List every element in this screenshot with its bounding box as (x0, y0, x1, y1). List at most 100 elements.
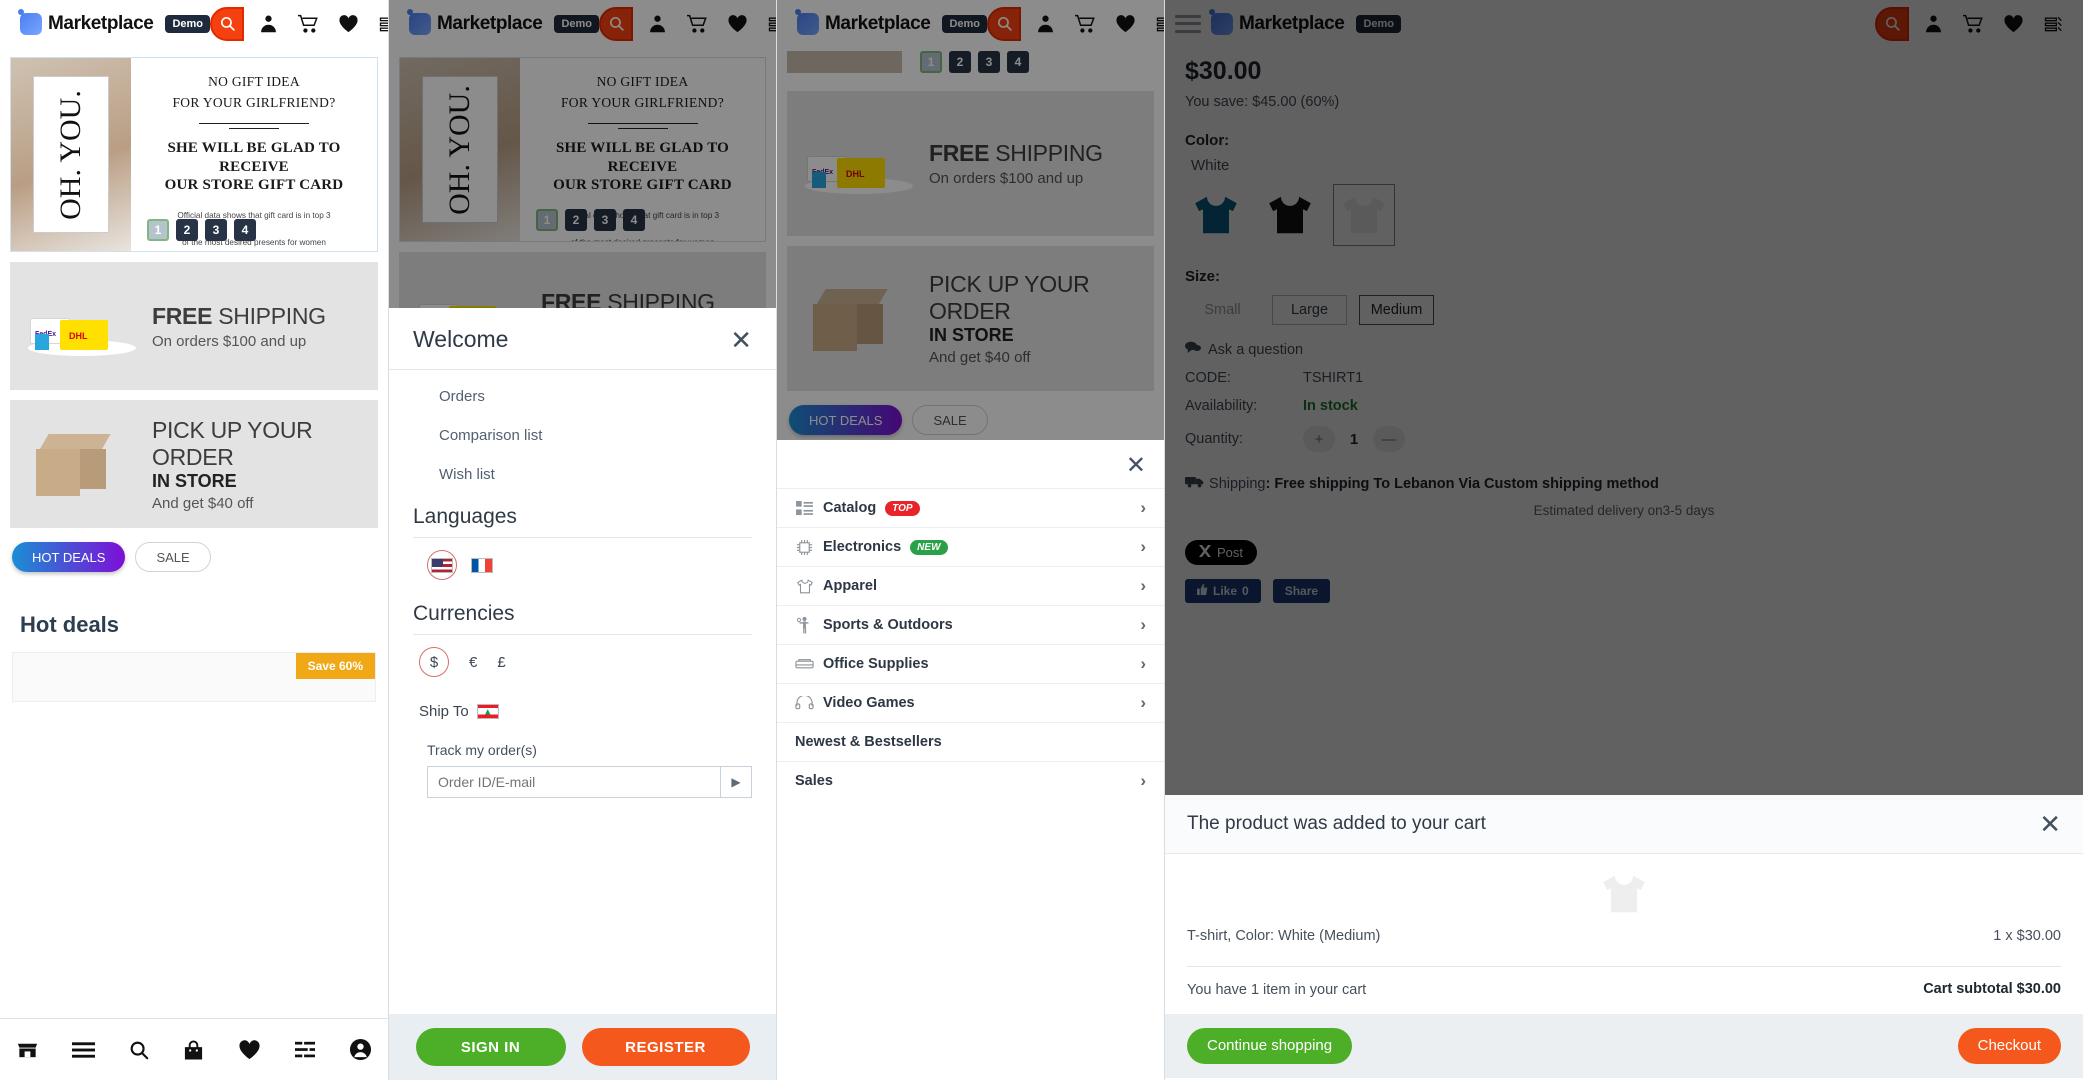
cart-item-name: T-shirt, Color: White (Medium) (1187, 928, 1381, 944)
compare-icon[interactable] (368, 4, 388, 44)
banner-dot-2[interactable]: 2 (176, 219, 198, 241)
logo[interactable]: Marketplace Demo (18, 8, 210, 35)
lebanon-flag-icon: ▲ (476, 704, 499, 719)
divider (1187, 966, 2061, 967)
welcome-title: Welcome (413, 326, 509, 352)
headphones-icon (795, 694, 814, 713)
currency-option-eur[interactable]: € (469, 654, 477, 671)
menu-item-label: Newest & Bestsellers (795, 734, 942, 750)
menu-item-video-games[interactable]: Video Games › (777, 683, 1164, 722)
link-wish-list[interactable]: Wish list (439, 466, 752, 483)
menu-item-office-supplies[interactable]: Office Supplies › (777, 644, 1164, 683)
close-icon[interactable]: ✕ (2039, 811, 2061, 837)
tab-hot-deals[interactable]: HOT DEALS (12, 542, 126, 572)
divider (199, 122, 309, 124)
search-icon[interactable] (210, 6, 244, 41)
sign-in-button[interactable]: SIGN IN (415, 1028, 566, 1066)
chevron-right-icon: › (1140, 576, 1146, 595)
cart-popup-body: T-shirt, Color: White (Medium) 1 x $30.0… (1165, 854, 2083, 1014)
grid-list-icon (795, 499, 814, 518)
close-icon[interactable]: ✕ (730, 327, 752, 353)
banner-pagination: 1 2 3 4 (147, 219, 256, 241)
us-flag-icon (431, 557, 453, 573)
tab-sale[interactable]: SALE (135, 542, 211, 572)
account-icon[interactable] (248, 4, 288, 44)
menu-item-label: Electronics (823, 539, 902, 555)
currency-option-gbp[interactable]: £ (497, 654, 505, 671)
banner-line1: NO GIFT IDEA (208, 74, 300, 89)
menu-icon[interactable] (68, 1035, 98, 1065)
continue-shopping-button[interactable]: Continue shopping (1187, 1027, 1353, 1064)
menu-item-apparel[interactable]: Apparel › (777, 566, 1164, 605)
hot-deals-product[interactable]: Save 60% (12, 652, 376, 702)
cart-subtotal: Cart subtotal $30.00 (1923, 981, 2061, 997)
ship-to-label: Ship To (419, 703, 469, 720)
cart-item-thumbnail (1187, 868, 2061, 928)
checkout-button[interactable]: Checkout (1957, 1027, 2061, 1064)
link-orders[interactable]: Orders (439, 388, 752, 405)
cart-summary-row: You have 1 item in your cart Cart subtot… (1187, 981, 2061, 1014)
currency-options: $ € £ (419, 647, 752, 677)
language-option-us[interactable] (427, 550, 457, 580)
menu-item-label: Catalog (823, 500, 877, 516)
pickup-line3: And get $40 off (152, 494, 254, 512)
menu-item-label: Sales (795, 773, 833, 789)
ship-to[interactable]: Ship To ▲ (419, 703, 752, 720)
divider (229, 127, 279, 129)
modal-overlay[interactable] (1165, 0, 2083, 817)
menu-item-sales[interactable]: Sales › (777, 761, 1164, 800)
menu-item-sports-outdoors[interactable]: Sports & Outdoors › (777, 605, 1164, 644)
track-order-submit[interactable]: ▶ (720, 766, 752, 798)
store-icon[interactable] (13, 1035, 43, 1065)
menu-item-label: Office Supplies (823, 656, 929, 672)
language-options (427, 550, 752, 580)
banner-headline2: OUR STORE GIFT CARD (164, 177, 344, 194)
panel-catalog-menu: Marketplace Demo 1 2 3 4 FedEx DHL FREE … (777, 0, 1165, 1080)
site-header: Marketplace Demo (0, 0, 388, 47)
badge-top: TOP (885, 500, 920, 516)
promo-shipping-sub: On orders $100 and up (152, 332, 307, 350)
banner-dot-4[interactable]: 4 (234, 219, 256, 241)
cart-added-popup: The product was added to your cart ✕ T-s… (1165, 795, 2083, 1080)
screenshot-stage: Marketplace Demo OH. YOU. NO GIFT IDEA F… (0, 0, 2083, 1080)
bag-icon[interactable] (179, 1035, 209, 1065)
banner-line2: FOR YOUR GIRLFRIEND? (172, 94, 336, 110)
heart-icon[interactable] (234, 1035, 264, 1065)
welcome-dialog-body: Orders Comparison list Wish list Languag… (389, 370, 776, 1014)
track-order-row: ▶ (427, 766, 752, 798)
banner-dot-1[interactable]: 1 (147, 219, 169, 241)
cart-icon[interactable] (288, 4, 328, 44)
register-button[interactable]: REGISTER (581, 1028, 750, 1066)
chevron-right-icon: › (1140, 615, 1146, 634)
welcome-dialog-header: Welcome ✕ (389, 308, 776, 370)
account-icon[interactable] (345, 1035, 375, 1065)
gift-card-text: OH. YOU. (54, 89, 87, 220)
chevron-right-icon: › (1140, 537, 1146, 556)
search-icon[interactable] (124, 1035, 154, 1065)
compare-icon[interactable] (290, 1035, 320, 1065)
fr-flag-icon[interactable] (471, 557, 493, 573)
close-icon[interactable]: ✕ (1126, 454, 1146, 478)
currency-option-usd[interactable]: $ (419, 647, 449, 677)
menu-item-newest-bestsellers[interactable]: Newest & Bestsellers (777, 722, 1164, 761)
menu-item-label: Sports & Outdoors (823, 617, 953, 633)
promo-free-shipping[interactable]: FREE SHIPPING On orders $100 and up (10, 262, 378, 390)
link-comparison-list[interactable]: Comparison list (439, 427, 752, 444)
menu-item-catalog[interactable]: Catalog TOP › (777, 488, 1164, 527)
logo-icon (18, 8, 42, 35)
person-icon (795, 616, 814, 635)
banner-headline1: SHE WILL BE GLAD TO RECEIVE (167, 139, 341, 175)
cart-popup-title: The product was added to your cart (1187, 813, 1486, 834)
menu-item-electronics[interactable]: Electronics NEW › (777, 527, 1164, 566)
tshirt-icon (795, 577, 814, 596)
currency-usd-label: $ (429, 653, 439, 671)
welcome-dialog: Welcome ✕ Orders Comparison list Wish li… (389, 308, 776, 1080)
track-order-input[interactable] (427, 766, 720, 798)
cart-item-qty-price: 1 x $30.00 (1993, 928, 2061, 944)
cart-item-row: T-shirt, Color: White (Medium) 1 x $30.0… (1187, 928, 2061, 944)
heart-icon[interactable] (328, 4, 368, 44)
promo-pickup[interactable]: PICK UP YOUR ORDER IN STORE And get $40 … (10, 400, 378, 528)
banner-dot-3[interactable]: 3 (205, 219, 227, 241)
hero-banner[interactable]: OH. YOU. NO GIFT IDEA FOR YOUR GIRLFRIEN… (10, 57, 378, 252)
cart-popup-footer: Continue shopping Checkout (1165, 1013, 2083, 1078)
